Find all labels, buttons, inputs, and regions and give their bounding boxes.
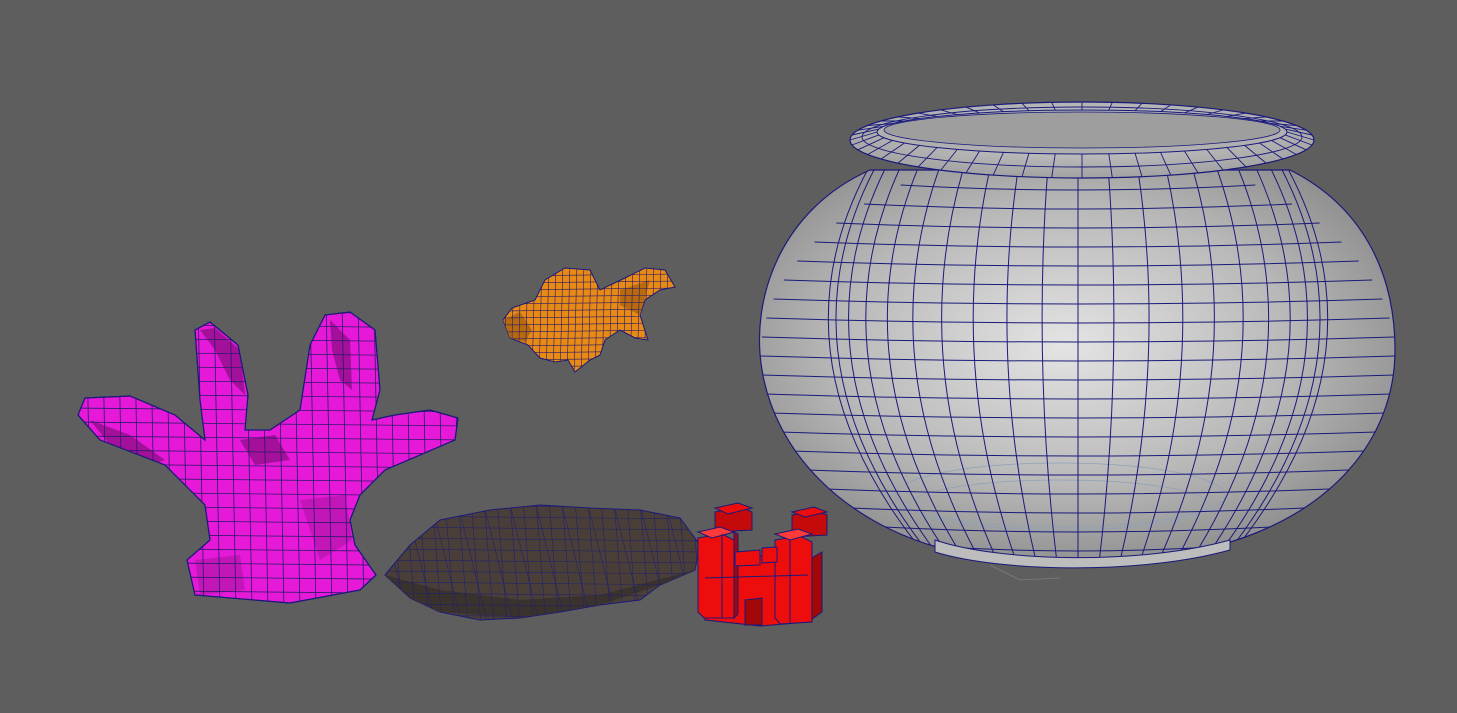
- goldfish-mesh[interactable]: [497, 260, 680, 378]
- rock-mesh[interactable]: [380, 500, 722, 625]
- 3d-viewport[interactable]: [0, 0, 1457, 713]
- fishbowl-mesh[interactable]: [758, 101, 1396, 581]
- castle-mesh[interactable]: [696, 502, 829, 627]
- viewport-canvas[interactable]: [0, 0, 1457, 713]
